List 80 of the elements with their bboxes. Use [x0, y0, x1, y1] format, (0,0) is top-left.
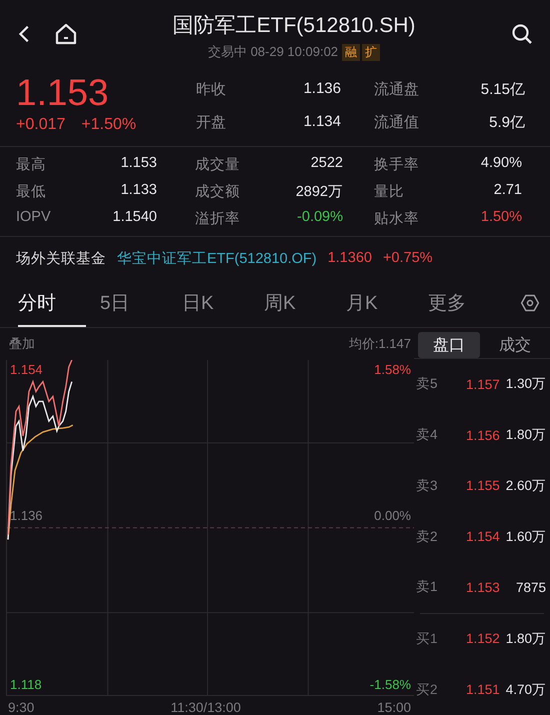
stat-label: IOPV — [16, 209, 52, 227]
order-price: 1.155 — [466, 478, 501, 494]
axis-label: 1.58% — [374, 362, 411, 377]
order-price: 1.153 — [466, 580, 501, 595]
trading-status: 交易中 08-29 10:09:02 — [208, 43, 338, 61]
fund-label: 场外关联基金 — [16, 250, 106, 268]
order-level: 卖4 — [415, 426, 439, 444]
stat-value: 1.136 — [302, 80, 341, 99]
book-tab[interactable]: 盘口 — [418, 332, 480, 358]
time-label: 15:00 — [377, 700, 411, 715]
stock-title: 国防军工ETF(512810.SH) — [172, 13, 416, 39]
fund-change: +0.75% — [382, 250, 433, 266]
stat-label: 成交额 — [194, 182, 241, 201]
stat-label: 贴水率 — [373, 210, 420, 228]
overlay-label[interactable]: 叠加 — [9, 334, 35, 353]
axis-label: 1.154 — [10, 362, 43, 377]
fund-price: 1.1360 — [328, 250, 372, 266]
margin-tag: 扩 — [362, 44, 380, 60]
average-price: 均价:1.147 — [348, 334, 411, 353]
stat-value: 5.15亿 — [480, 80, 525, 99]
order-volume: 1.80万 — [506, 426, 546, 444]
order-volume: 1.80万 — [506, 630, 546, 648]
period-tab[interactable]: 分时 — [18, 279, 86, 327]
axis-label: 1.136 — [10, 508, 43, 523]
stat-value: 4.90% — [480, 155, 522, 173]
period-tab[interactable]: 月K — [346, 279, 428, 327]
period-tab[interactable]: 5日 — [100, 279, 182, 327]
order-volume: 1.30万 — [506, 375, 546, 394]
stat-label: 溢折率 — [194, 210, 241, 228]
last-price: 1.153 — [16, 72, 110, 114]
settings-icon[interactable] — [520, 293, 540, 313]
stat-value: 1.133 — [120, 182, 157, 200]
search-icon[interactable] — [510, 22, 534, 46]
order-volume: 2.60万 — [506, 476, 546, 495]
order-volume: 4.70万 — [506, 680, 546, 699]
order-level: 买2 — [415, 680, 439, 699]
book-tab[interactable]: 成交 — [484, 332, 546, 358]
stat-label: 流通值 — [373, 113, 420, 132]
order-price: 1.151 — [466, 682, 501, 698]
order-price: 1.152 — [466, 631, 501, 646]
order-price: 1.156 — [466, 428, 501, 443]
order-level: 卖1 — [415, 578, 439, 596]
stat-value: 1.1540 — [112, 209, 157, 227]
home-icon[interactable] — [54, 22, 78, 46]
stat-label: 昨收 — [196, 80, 227, 99]
stat-value: 5.9亿 — [488, 113, 525, 132]
stat-label: 换手率 — [373, 156, 420, 174]
axis-label: 0.00% — [374, 508, 411, 523]
stat-label: 量比 — [373, 183, 405, 201]
order-price: 1.157 — [466, 376, 501, 392]
stat-label: 最低 — [16, 183, 47, 201]
stat-value: -0.09% — [296, 209, 343, 227]
order-volume: 1.60万 — [506, 528, 546, 546]
period-tab[interactable]: 日K — [182, 279, 264, 327]
stat-value: 2522 — [310, 155, 343, 173]
stat-value: 2892万 — [294, 183, 343, 201]
time-label: 11:30/13:00 — [170, 700, 241, 715]
order-price: 1.154 — [466, 529, 501, 544]
order-level: 买1 — [415, 630, 439, 648]
period-tab[interactable]: 更多 — [428, 279, 510, 327]
stat-value: 1.153 — [120, 155, 157, 173]
order-level: 卖5 — [415, 375, 439, 394]
stat-label: 成交量 — [194, 156, 241, 174]
margin-tag: 融 — [342, 44, 360, 60]
stat-value: 1.134 — [302, 113, 341, 132]
period-tab[interactable]: 周K — [264, 279, 346, 327]
axis-label: 1.118 — [10, 677, 42, 692]
price-change: +0.017 — [16, 116, 66, 134]
axis-label: -1.58% — [370, 677, 411, 692]
stat-label: 流通盘 — [373, 80, 420, 99]
fund-link[interactable]: 华宝中证军工ETF(512810.OF) — [117, 248, 317, 268]
percent-change: +1.50% — [81, 116, 136, 134]
stat-label: 开盘 — [196, 113, 227, 132]
order-level: 卖3 — [415, 476, 439, 495]
stat-value: 2.71 — [492, 182, 522, 200]
stat-label: 最高 — [16, 156, 47, 174]
time-label: 9:30 — [8, 700, 34, 715]
stat-value: 1.50% — [480, 209, 522, 227]
order-level: 卖2 — [415, 528, 439, 546]
order-volume: 7875 — [516, 580, 546, 595]
